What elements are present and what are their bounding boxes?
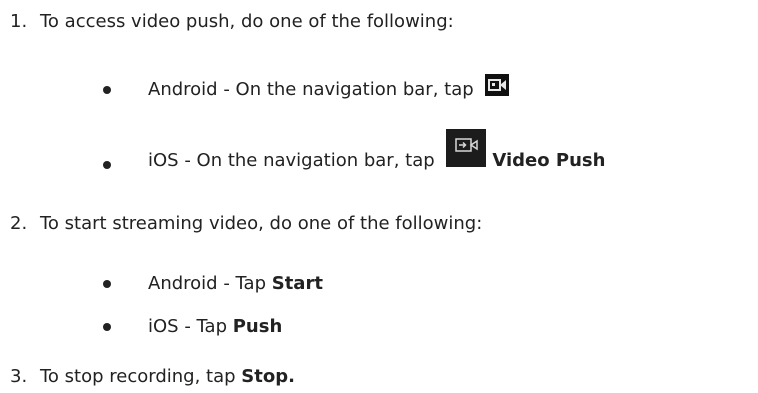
bullet-text: Android - On the navigation bar, tap [148, 79, 480, 100]
step-2: 2. To start streaming video, do one of t… [10, 213, 482, 235]
stop-label: Stop. [241, 366, 295, 387]
video-push-icon [446, 129, 487, 167]
bullet-dot [103, 86, 111, 94]
step-1-ios: iOS - On the navigation bar, tap Video P… [148, 129, 606, 172]
step-number: 2. [10, 213, 28, 234]
step-1-android: Android - On the navigation bar, tap [148, 74, 510, 101]
bullet-text: Android - Tap [148, 273, 272, 294]
bullet-text: iOS - On the navigation bar, tap [148, 150, 441, 171]
bullet-text: iOS - Tap [148, 316, 233, 337]
step-number: 1. [10, 11, 28, 32]
step-3: 3. To stop recording, tap Stop. [10, 366, 295, 388]
start-label: Start [271, 273, 323, 294]
video-camera-icon [485, 74, 510, 96]
video-push-label: Video Push [492, 150, 606, 171]
bullet-dot [103, 161, 111, 169]
step-text: To stop recording, tap [40, 366, 242, 387]
step-1: 1. To access video push, do one of the f… [10, 11, 454, 33]
step-text: To access video push, do one of the foll… [40, 11, 454, 32]
step-2-android: Android - Tap Start [148, 273, 323, 295]
bullet-dot [103, 280, 111, 288]
push-label: Push [232, 316, 283, 337]
step-text: To start streaming video, do one of the … [40, 213, 483, 234]
step-number: 3. [10, 366, 28, 387]
step-2-ios: iOS - Tap Push [148, 316, 282, 338]
bullet-dot [103, 323, 111, 331]
